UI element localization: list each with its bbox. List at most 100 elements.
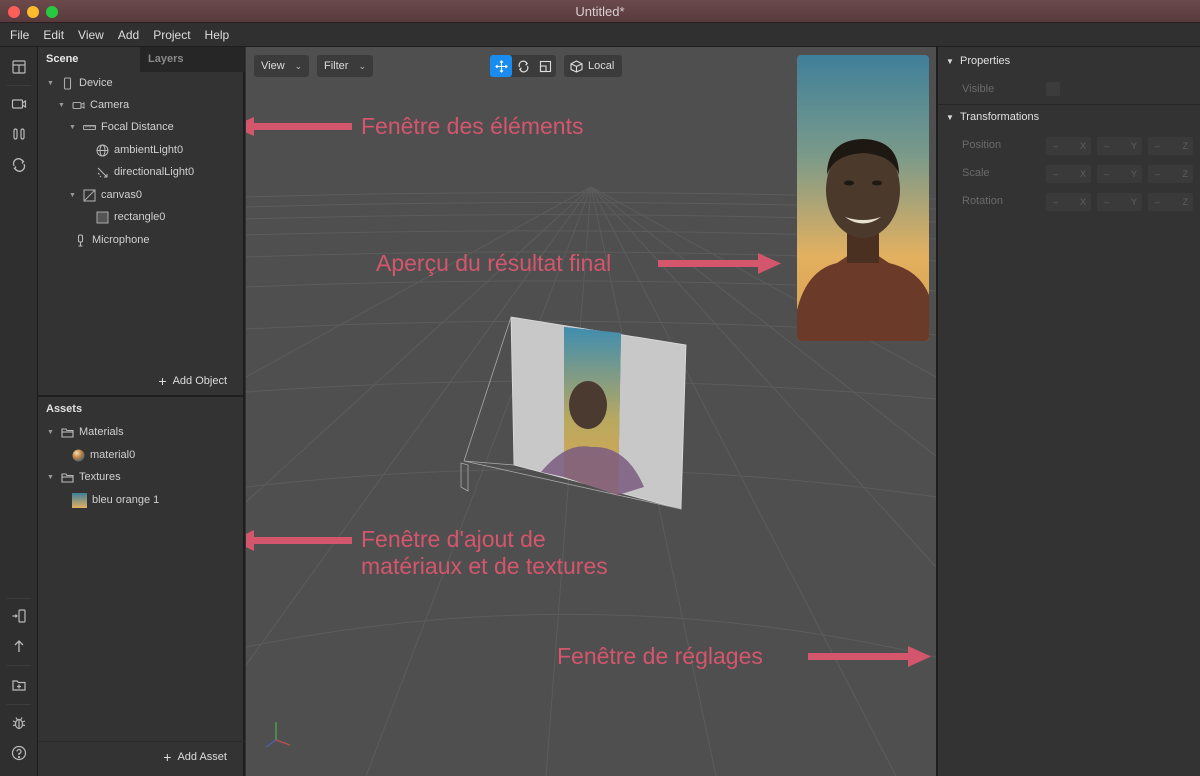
scale-tool-button[interactable] xyxy=(534,55,556,77)
tree-item-ambient-light[interactable]: ambientLight0 xyxy=(96,140,183,160)
chevron-down-icon: ⌄ xyxy=(358,60,366,71)
tree-item-label: Camera xyxy=(90,99,130,111)
tool-strip xyxy=(0,47,38,776)
properties-section-header[interactable]: ▼ Properties xyxy=(946,55,1010,67)
cube-icon xyxy=(570,59,583,73)
caret-down-icon: ▼ xyxy=(946,56,954,66)
axis-label: Y xyxy=(1130,141,1137,151)
add-object-button[interactable]: + Add Object xyxy=(38,367,245,395)
upload-arrow-icon[interactable] xyxy=(9,636,29,656)
rotate-icon xyxy=(518,60,528,72)
add-asset-button[interactable]: + Add Asset xyxy=(38,743,245,771)
tree-item-rectangle[interactable]: rectangle0 xyxy=(96,207,165,227)
rotation-z-field[interactable]: – Z xyxy=(1148,193,1193,211)
asset-item-texture[interactable]: bleu orange 1 xyxy=(72,490,159,510)
rectangle-icon xyxy=(96,211,109,224)
caret-down-icon[interactable]: ▼ xyxy=(47,429,57,436)
scale-z-field[interactable]: – Z xyxy=(1148,165,1193,183)
caret-down-icon[interactable]: ▼ xyxy=(58,102,68,109)
annotation-preview: Aperçu du résultat final xyxy=(376,250,612,276)
menu-bar: File Edit View Add Project Help xyxy=(0,23,1200,47)
caret-down-icon[interactable]: ▼ xyxy=(47,474,57,481)
local-space-button[interactable]: Local xyxy=(564,55,623,77)
caret-down-icon[interactable]: ▼ xyxy=(47,80,57,87)
menu-view[interactable]: View xyxy=(78,28,104,42)
position-y-field[interactable]: – Y xyxy=(1097,137,1142,155)
ruler-icon xyxy=(83,121,96,134)
view-dropdown-label: View xyxy=(261,60,285,72)
tree-item-microphone[interactable]: Microphone xyxy=(74,230,149,250)
tool-separator xyxy=(7,85,31,86)
menu-help[interactable]: Help xyxy=(205,28,230,42)
scene-panel: Scene Layers ▼ Device ▼ Camera ▼ Focal D… xyxy=(38,47,245,776)
caret-down-icon[interactable]: ▼ xyxy=(69,124,79,131)
final-result-preview xyxy=(797,55,929,341)
bug-icon[interactable] xyxy=(9,713,29,733)
tree-item-canvas[interactable]: ▼ canvas0 xyxy=(69,185,142,205)
panel-divider xyxy=(38,741,245,742)
caret-down-icon: ▼ xyxy=(946,112,954,122)
tree-item-label: Microphone xyxy=(92,234,150,246)
axis-label: X xyxy=(1079,197,1086,207)
move-tool-button[interactable] xyxy=(490,55,512,77)
tool-separator xyxy=(7,704,31,705)
tree-item-label: material0 xyxy=(90,449,136,461)
app-window: Untitled* File Edit View Add Project Hel… xyxy=(0,0,1200,776)
plus-icon: + xyxy=(163,749,172,765)
folder-icon xyxy=(61,471,74,484)
tab-scene[interactable]: Scene xyxy=(38,47,140,72)
tab-layers[interactable]: Layers xyxy=(140,47,245,72)
tree-item-focal-distance[interactable]: ▼ Focal Distance xyxy=(69,117,174,137)
video-camera-icon[interactable] xyxy=(9,94,29,114)
section-divider xyxy=(938,104,1200,105)
axis-label: X xyxy=(1079,141,1086,151)
transformations-title: Transformations xyxy=(960,111,1040,123)
rotation-y-field[interactable]: – Y xyxy=(1097,193,1142,211)
axis-label: Z xyxy=(1182,141,1189,151)
transformations-section-header[interactable]: ▼ Transformations xyxy=(946,111,1039,123)
tree-item-label: rectangle0 xyxy=(114,211,166,223)
tree-item-label: Materials xyxy=(79,426,124,438)
visible-checkbox[interactable] xyxy=(1046,82,1060,96)
asset-item-material0[interactable]: material0 xyxy=(72,445,135,465)
tree-item-directional-light[interactable]: directionalLight0 xyxy=(96,162,194,182)
canvas-face xyxy=(569,381,607,429)
tree-item-label: Device xyxy=(79,77,113,89)
rotate-tool-button[interactable] xyxy=(512,55,534,77)
asset-folder-textures[interactable]: ▼ Textures xyxy=(47,467,121,487)
rotation-x-field[interactable]: – X xyxy=(1046,193,1091,211)
sync-icon[interactable] xyxy=(9,155,29,175)
menu-edit[interactable]: Edit xyxy=(43,28,64,42)
camera-icon xyxy=(72,99,85,112)
position-z-field[interactable]: – Z xyxy=(1148,137,1193,155)
add-folder-icon[interactable] xyxy=(9,675,29,695)
menu-project[interactable]: Project xyxy=(153,28,190,42)
pause-columns-icon[interactable] xyxy=(9,124,29,144)
preview-portrait xyxy=(797,139,929,341)
tool-separator xyxy=(7,598,31,599)
scene-viewport[interactable]: View ⌄ Filter ⌄ Local Fenêtre des élémen… xyxy=(246,47,936,776)
position-label: Position xyxy=(962,139,1002,151)
axis-label: X xyxy=(1079,169,1086,179)
send-to-device-icon[interactable] xyxy=(9,606,29,626)
menu-file[interactable]: File xyxy=(10,28,29,42)
assets-title: Assets xyxy=(46,403,83,415)
caret-down-icon[interactable]: ▼ xyxy=(69,192,79,199)
globe-icon xyxy=(96,144,109,157)
asset-folder-materials[interactable]: ▼ Materials xyxy=(47,422,124,442)
tree-item-device[interactable]: ▼ Device xyxy=(47,73,113,93)
add-object-label: Add Object xyxy=(172,375,227,387)
help-icon[interactable] xyxy=(9,743,29,763)
tree-item-camera[interactable]: ▼ Camera xyxy=(58,95,129,115)
layout-icon[interactable] xyxy=(9,57,29,77)
local-space-label: Local xyxy=(588,60,615,72)
directional-light-icon xyxy=(96,166,109,179)
scale-x-field[interactable]: – X xyxy=(1046,165,1091,183)
microphone-icon xyxy=(74,233,87,247)
view-dropdown[interactable]: View ⌄ xyxy=(254,55,310,77)
menu-add[interactable]: Add xyxy=(118,28,139,42)
filter-dropdown[interactable]: Filter ⌄ xyxy=(317,55,373,77)
plus-icon: + xyxy=(158,373,167,389)
position-x-field[interactable]: – X xyxy=(1046,137,1091,155)
scale-y-field[interactable]: – Y xyxy=(1097,165,1142,183)
